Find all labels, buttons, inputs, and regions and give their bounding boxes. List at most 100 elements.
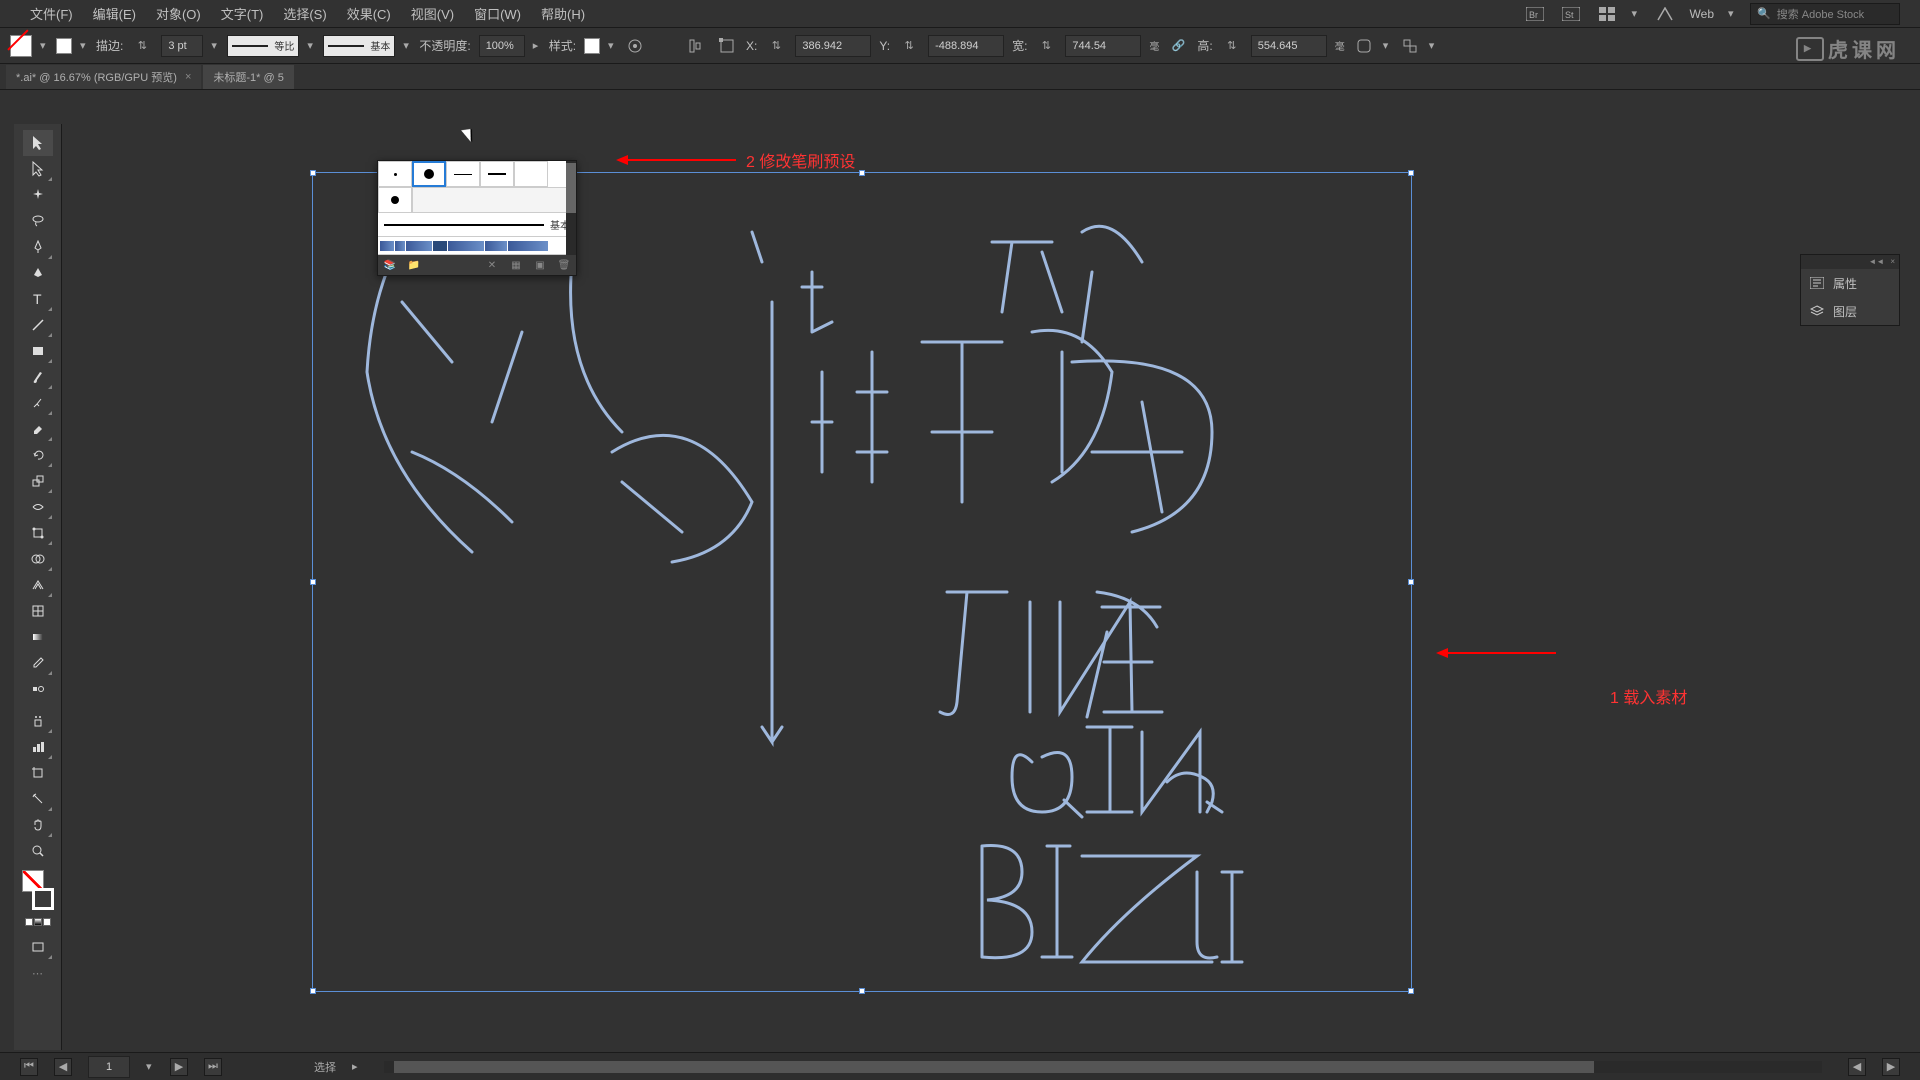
column-graph-tool[interactable] bbox=[23, 734, 53, 760]
chevron-right-icon[interactable]: ▸ bbox=[352, 1060, 358, 1073]
stroke-profile[interactable]: 等比 bbox=[227, 35, 299, 57]
perspective-grid-tool[interactable] bbox=[23, 572, 53, 598]
chevron-down-icon[interactable]: ▾ bbox=[403, 39, 411, 52]
scale-tool[interactable] bbox=[23, 468, 53, 494]
horizontal-scrollbar[interactable] bbox=[384, 1061, 1822, 1073]
gpu-icon[interactable] bbox=[1654, 3, 1676, 25]
eyedropper-tool[interactable] bbox=[23, 650, 53, 676]
opacity-input[interactable] bbox=[479, 35, 525, 57]
canvas[interactable]: 2 修改笔刷预设 1 载入素材 基本 bbox=[62, 90, 1920, 1050]
brush-preset[interactable] bbox=[446, 161, 480, 187]
menu-window[interactable]: 窗口(W) bbox=[464, 4, 531, 23]
isolate-icon[interactable] bbox=[1399, 35, 1421, 57]
close-icon[interactable]: × bbox=[185, 71, 191, 83]
none-mode[interactable] bbox=[43, 918, 51, 926]
line-tool[interactable] bbox=[23, 312, 53, 338]
direct-selection-tool[interactable] bbox=[23, 156, 53, 182]
artboard-tool[interactable] bbox=[23, 760, 53, 786]
color-mode[interactable] bbox=[25, 918, 33, 926]
stepper-icon[interactable]: ⇅ bbox=[1221, 35, 1243, 57]
shape-icon[interactable] bbox=[1353, 35, 1375, 57]
x-input[interactable] bbox=[795, 35, 871, 57]
chevron-down-icon[interactable]: ▾ bbox=[1383, 39, 1391, 52]
rectangle-tool[interactable] bbox=[23, 338, 53, 364]
brush-definition[interactable]: 基本 bbox=[323, 35, 395, 57]
type-tool[interactable]: T bbox=[23, 286, 53, 312]
brush-preset[interactable] bbox=[514, 161, 548, 187]
menu-edit[interactable]: 编辑(E) bbox=[83, 4, 146, 23]
options-icon[interactable]: ▦ bbox=[508, 257, 524, 273]
artboard-number-input[interactable] bbox=[88, 1056, 130, 1078]
stepper-icon[interactable]: ⇅ bbox=[1035, 35, 1057, 57]
screen-mode[interactable] bbox=[23, 934, 53, 960]
width-tool[interactable] bbox=[23, 494, 53, 520]
y-input[interactable] bbox=[928, 35, 1004, 57]
stepper-icon[interactable]: ⇅ bbox=[131, 35, 153, 57]
last-artboard-button[interactable]: ⏭ bbox=[204, 1058, 222, 1076]
brush-libraries-icon[interactable]: 📁 bbox=[406, 257, 422, 273]
graphic-style[interactable] bbox=[584, 38, 600, 54]
w-input[interactable] bbox=[1065, 35, 1141, 57]
free-transform-tool[interactable] bbox=[23, 520, 53, 546]
brush-stroke-basic[interactable]: 基本 bbox=[378, 213, 576, 237]
bridge-icon[interactable]: Br bbox=[1524, 3, 1546, 25]
brush-preset[interactable] bbox=[378, 161, 412, 187]
brush-preset[interactable] bbox=[412, 161, 446, 187]
prev-artboard-button[interactable]: ◀ bbox=[54, 1058, 72, 1076]
next-artboard-button[interactable]: ▶ bbox=[170, 1058, 188, 1076]
brush-preset[interactable] bbox=[378, 187, 412, 213]
link-icon[interactable]: 🔗 bbox=[1167, 35, 1189, 57]
paintbrush-tool[interactable] bbox=[23, 364, 53, 390]
workspace-switcher[interactable]: Web bbox=[1690, 7, 1714, 21]
stroke-swatch[interactable] bbox=[32, 888, 54, 910]
chevron-right-icon[interactable]: ▸ bbox=[533, 39, 541, 52]
trash-icon[interactable]: 🗑 bbox=[556, 257, 572, 273]
chevron-down-icon[interactable]: ▾ bbox=[307, 39, 315, 52]
panel-scrollbar[interactable] bbox=[566, 161, 576, 255]
rotate-tool[interactable] bbox=[23, 442, 53, 468]
menu-type[interactable]: 文字(T) bbox=[211, 4, 274, 23]
scroll-left-button[interactable]: ◀ bbox=[1848, 1058, 1866, 1076]
fill-none-swatch[interactable] bbox=[10, 35, 32, 57]
recolor-icon[interactable] bbox=[624, 35, 646, 57]
menu-view[interactable]: 视图(V) bbox=[401, 4, 464, 23]
pen-tool[interactable] bbox=[23, 234, 53, 260]
document-tab[interactable]: *.ai* @ 16.67% (RGB/GPU 预览)× bbox=[6, 65, 201, 89]
eraser-tool[interactable] bbox=[23, 416, 53, 442]
edit-toolbar[interactable]: ⋯ bbox=[23, 960, 53, 986]
new-brush-icon[interactable]: ▣ bbox=[532, 257, 548, 273]
chevron-down-icon[interactable]: ▾ bbox=[40, 39, 48, 52]
menu-object[interactable]: 对象(O) bbox=[146, 4, 211, 23]
menu-help[interactable]: 帮助(H) bbox=[531, 4, 595, 23]
transform-icon[interactable] bbox=[716, 35, 738, 57]
close-icon[interactable]: × bbox=[1890, 257, 1895, 267]
gradient-tool[interactable] bbox=[23, 624, 53, 650]
stepper-icon[interactable]: ⇅ bbox=[898, 35, 920, 57]
scroll-right-button[interactable]: ▶ bbox=[1882, 1058, 1900, 1076]
curvature-tool[interactable] bbox=[23, 260, 53, 286]
chevron-down-icon[interactable]: ▾ bbox=[1632, 7, 1640, 20]
brush-preset[interactable] bbox=[480, 161, 514, 187]
stepper-icon[interactable]: ⇅ bbox=[765, 35, 787, 57]
menu-file[interactable]: 文件(F) bbox=[20, 4, 83, 23]
magic-wand-tool[interactable] bbox=[23, 182, 53, 208]
gradient-mode[interactable] bbox=[34, 918, 42, 926]
shape-builder-tool[interactable] bbox=[23, 546, 53, 572]
menu-effect[interactable]: 效果(C) bbox=[337, 4, 401, 23]
stock-icon[interactable]: St bbox=[1560, 3, 1582, 25]
chevron-down-icon[interactable]: ▾ bbox=[146, 1060, 154, 1073]
first-artboard-button[interactable]: ⏮ bbox=[20, 1058, 38, 1076]
h-input[interactable] bbox=[1251, 35, 1327, 57]
chevron-down-icon[interactable]: ▾ bbox=[80, 39, 88, 52]
chevron-down-icon[interactable]: ▾ bbox=[211, 39, 219, 52]
library-icon[interactable]: 📚 bbox=[382, 257, 398, 273]
properties-panel-tab[interactable]: 属性 bbox=[1801, 269, 1899, 297]
stroke-swatch[interactable] bbox=[56, 38, 72, 54]
chevron-down-icon[interactable]: ▾ bbox=[608, 39, 616, 52]
brush-stroke-art[interactable] bbox=[378, 237, 576, 255]
align-icon[interactable] bbox=[686, 35, 708, 57]
menu-select[interactable]: 选择(S) bbox=[273, 4, 336, 23]
chevron-down-icon[interactable]: ▾ bbox=[1728, 7, 1736, 20]
document-tab[interactable]: 未标题-1* @ 5 bbox=[203, 65, 293, 89]
blend-tool[interactable] bbox=[23, 676, 53, 702]
